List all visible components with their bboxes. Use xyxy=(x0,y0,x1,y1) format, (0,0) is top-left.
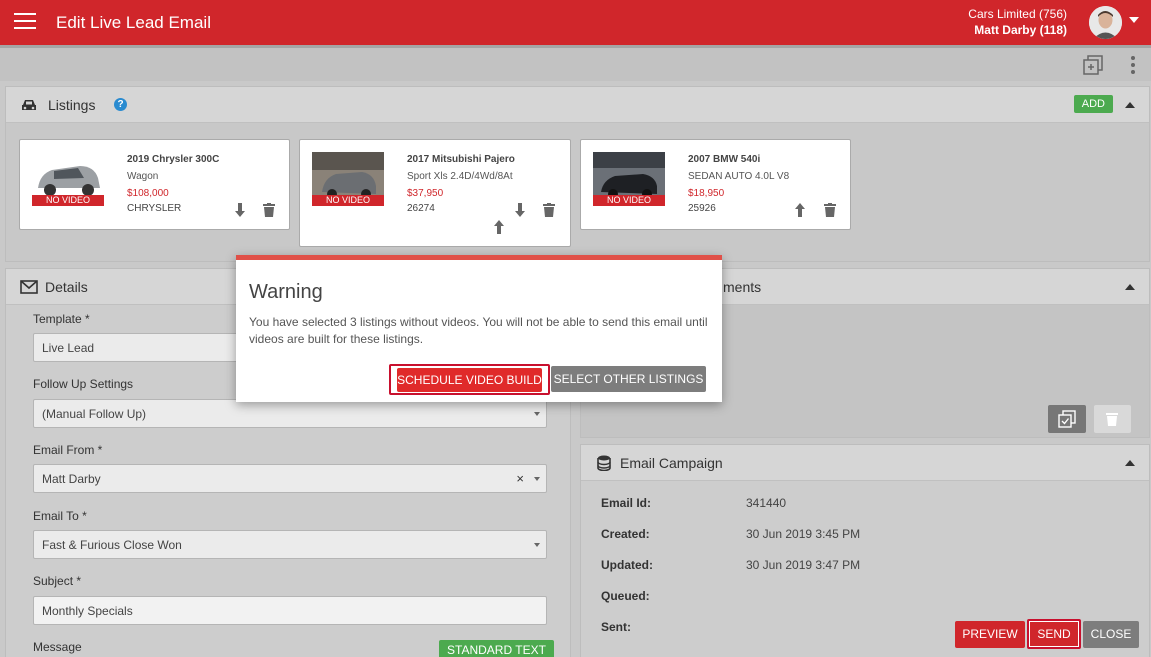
listing-price: $37,950 xyxy=(407,188,444,199)
follow-up-label: Follow Up Settings xyxy=(33,377,134,391)
collapse-listings-icon[interactable] xyxy=(1125,102,1135,108)
subject-label: Subject * xyxy=(33,574,82,588)
created-value: 30 Jun 2019 3:45 PM xyxy=(746,527,861,541)
email-to-value: Fast & Furious Close Won xyxy=(42,538,182,552)
collapse-attachments-icon[interactable] xyxy=(1125,284,1135,290)
queued-label: Queued: xyxy=(601,589,650,603)
clear-icon[interactable]: × xyxy=(516,471,524,486)
account-user: Matt Darby (118) xyxy=(974,23,1067,37)
dialog-message: You have selected 3 listings without vid… xyxy=(249,315,708,346)
campaign-title: Email Campaign xyxy=(620,455,723,471)
listing-detail: CHRYSLER xyxy=(127,203,182,214)
email-from-select[interactable]: Matt Darby × xyxy=(33,464,547,493)
sent-label: Sent: xyxy=(601,620,631,634)
listing-subtitle: SEDAN AUTO 4.0L V8 xyxy=(688,171,790,182)
listing-title: 2007 BMW 540i xyxy=(688,154,761,165)
car-icon xyxy=(22,100,36,110)
delete-icon[interactable] xyxy=(543,203,555,217)
email-id-value: 341440 xyxy=(746,496,787,510)
dialog-title: Warning xyxy=(249,281,323,303)
created-label: Created: xyxy=(601,527,650,541)
schedule-video-build-button[interactable]: SCHEDULE VIDEO BUILD xyxy=(397,368,542,392)
add-listing-button[interactable]: ADD xyxy=(1073,95,1113,113)
message-label: Message xyxy=(33,640,82,654)
no-video-badge: NO VIDEO xyxy=(312,195,384,206)
add-new-icon[interactable] xyxy=(1082,54,1104,76)
delete-attachment-button[interactable] xyxy=(1094,405,1131,433)
subject-input[interactable]: Monthly Specials xyxy=(33,596,547,625)
listing-card[interactable]: NO VIDEO 2019 Chrysler 300C Wagon $108,0… xyxy=(19,139,290,230)
page-title: Edit Live Lead Email xyxy=(56,13,211,32)
top-bar: Edit Live Lead Email Cars Limited (756) … xyxy=(0,0,1151,45)
campaign-header: Email Campaign xyxy=(581,445,1149,481)
no-video-badge: NO VIDEO xyxy=(593,195,665,206)
select-attachments-button[interactable] xyxy=(1048,405,1086,433)
listing-detail: 25926 xyxy=(688,203,716,214)
listing-detail: 26274 xyxy=(407,203,435,214)
move-down-icon[interactable] xyxy=(514,203,526,217)
more-options-icon[interactable] xyxy=(1122,54,1144,76)
email-from-label: Email From * xyxy=(33,443,103,457)
menu-icon[interactable] xyxy=(14,13,36,31)
send-button[interactable]: SEND xyxy=(1027,619,1081,649)
account-company: Cars Limited (756) xyxy=(968,7,1067,21)
listing-subtitle: Sport Xls 2.4D/4Wd/8At xyxy=(407,171,513,182)
standard-text-button[interactable]: STANDARD TEXT xyxy=(439,640,554,657)
chevron-down-icon xyxy=(534,412,540,416)
template-value: Live Lead xyxy=(42,341,95,355)
account-info[interactable]: Cars Limited (756) Matt Darby (118) xyxy=(968,6,1067,38)
move-up-icon[interactable] xyxy=(794,203,806,217)
follow-up-value: (Manual Follow Up) xyxy=(42,407,147,421)
select-other-listings-button[interactable]: SELECT OTHER LISTINGS xyxy=(551,366,706,392)
envelope-icon xyxy=(20,280,38,294)
checklist-icon xyxy=(1058,410,1076,428)
listings-header: Listings ? ADD xyxy=(6,87,1149,123)
listing-title: 2019 Chrysler 300C xyxy=(127,154,220,165)
updated-label: Updated: xyxy=(601,558,653,572)
warning-dialog: Warning You have selected 3 listings wit… xyxy=(236,255,722,402)
delete-icon xyxy=(1106,413,1118,426)
subject-value: Monthly Specials xyxy=(42,604,133,618)
template-label: Template * xyxy=(33,312,90,326)
no-video-badge: NO VIDEO xyxy=(32,195,104,206)
listing-card[interactable]: NO VIDEO 2017 Mitsubishi Pajero Sport Xl… xyxy=(299,139,571,247)
schedule-video-build-button-frame[interactable]: SCHEDULE VIDEO BUILD xyxy=(389,364,550,395)
delete-icon[interactable] xyxy=(824,203,836,217)
updated-value: 30 Jun 2019 3:47 PM xyxy=(746,558,861,572)
move-up-icon[interactable] xyxy=(493,220,505,234)
email-from-value: Matt Darby xyxy=(42,472,101,486)
listing-price: $108,000 xyxy=(127,188,169,199)
collapse-campaign-icon[interactable] xyxy=(1125,460,1135,466)
delete-icon[interactable] xyxy=(263,203,275,217)
account-dropdown-icon[interactable] xyxy=(1129,17,1139,23)
move-down-icon[interactable] xyxy=(234,203,246,217)
listing-card[interactable]: NO VIDEO 2007 BMW 540i SEDAN AUTO 4.0L V… xyxy=(580,139,851,230)
preview-button[interactable]: PREVIEW xyxy=(955,621,1025,648)
database-icon xyxy=(597,455,611,471)
follow-up-select[interactable]: (Manual Follow Up) xyxy=(33,399,547,428)
email-to-select[interactable]: Fast & Furious Close Won xyxy=(33,530,547,559)
listing-subtitle: Wagon xyxy=(127,171,159,182)
email-to-label: Email To * xyxy=(33,509,87,523)
avatar[interactable] xyxy=(1089,6,1122,39)
listings-title: Listings xyxy=(48,97,96,113)
toolbar xyxy=(0,45,1151,81)
attachments-title: ments xyxy=(723,279,762,295)
listing-price: $18,950 xyxy=(688,188,725,199)
chevron-down-icon xyxy=(534,477,540,481)
email-id-label: Email Id: xyxy=(601,496,652,510)
chevron-down-icon xyxy=(534,543,540,547)
listing-title: 2017 Mitsubishi Pajero xyxy=(407,154,515,165)
details-title: Details xyxy=(45,279,88,295)
help-icon[interactable]: ? xyxy=(114,98,127,111)
close-button[interactable]: CLOSE xyxy=(1083,621,1139,648)
